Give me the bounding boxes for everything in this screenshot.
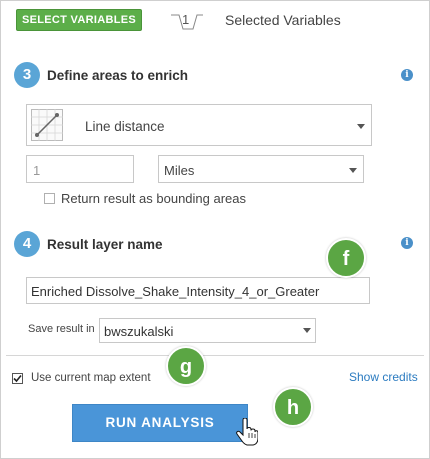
select-variables-button[interactable]: SELECT VARIABLES xyxy=(16,9,142,31)
map-extent-checkbox[interactable] xyxy=(12,373,23,384)
save-location-dropdown[interactable]: bwszukalski xyxy=(99,318,316,343)
chevron-down-icon xyxy=(349,168,357,173)
bounding-areas-label: Return result as bounding areas xyxy=(61,191,247,206)
hand-cursor-icon xyxy=(236,418,258,446)
save-location-value: bwszukalski xyxy=(104,324,174,339)
bounding-areas-checkbox[interactable] xyxy=(44,193,55,204)
callout-g: g xyxy=(166,346,206,386)
callout-h: h xyxy=(273,387,313,427)
info-icon[interactable]: i xyxy=(401,69,413,81)
step-3-number: 3 xyxy=(14,62,40,88)
callout-f: f xyxy=(326,238,366,278)
show-credits-link[interactable]: Show credits xyxy=(349,370,418,384)
area-type-dropdown[interactable]: Line distance xyxy=(26,104,372,146)
area-type-value: Line distance xyxy=(85,119,165,134)
result-layer-name-value: Enriched Dissolve_Shake_Intensity_4_or_G… xyxy=(31,284,320,299)
chevron-down-icon xyxy=(303,328,311,333)
distance-value: 1 xyxy=(33,163,41,178)
units-value: Miles xyxy=(164,163,195,178)
run-analysis-button[interactable]: RUN ANALYSIS xyxy=(72,404,248,442)
selected-variables-label: Selected Variables xyxy=(225,12,341,28)
line-distance-icon xyxy=(31,109,63,141)
variable-count: 1 xyxy=(182,12,190,27)
step-4-number: 4 xyxy=(14,231,40,257)
save-result-label: Save result in xyxy=(28,323,95,335)
chevron-down-icon xyxy=(357,124,365,129)
checkmark-icon xyxy=(13,374,22,383)
map-extent-label: Use current map extent xyxy=(31,372,151,384)
info-icon[interactable]: i xyxy=(401,237,413,249)
step-4-title: Result layer name xyxy=(47,237,163,252)
distance-input[interactable]: 1 xyxy=(26,155,134,183)
section-divider xyxy=(6,355,424,356)
step-3-title: Define areas to enrich xyxy=(47,68,189,83)
units-dropdown[interactable]: Miles xyxy=(158,155,364,183)
result-layer-name-input[interactable]: Enriched Dissolve_Shake_Intensity_4_or_G… xyxy=(26,277,370,304)
